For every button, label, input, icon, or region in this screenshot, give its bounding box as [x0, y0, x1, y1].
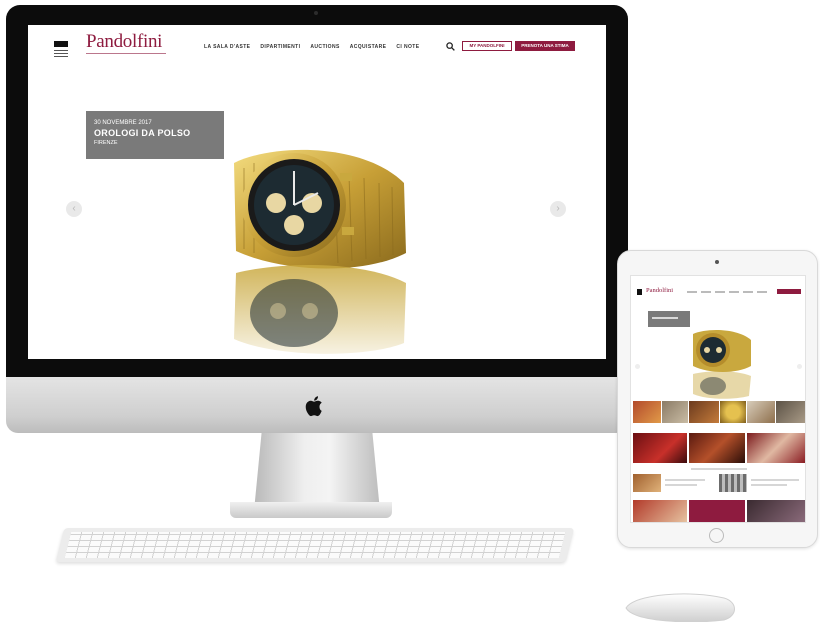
tablet-hero-caption[interactable] [648, 311, 690, 327]
search-icon[interactable] [446, 42, 455, 51]
tablet-thumbnail[interactable] [720, 401, 746, 423]
nav-item-acquistare[interactable]: ACQUISTARE [350, 44, 387, 50]
imac-chin [6, 377, 628, 433]
tablet-text-line [665, 479, 705, 481]
main-nav: LA SALA D'ASTE DIPARTIMENTI AUCTIONS ACQ… [204, 44, 420, 50]
hero-city: FIRENZE [94, 140, 118, 146]
tablet-thumbnail[interactable] [776, 401, 805, 423]
my-account-button[interactable]: MY PANDOLFINI [462, 41, 512, 51]
hero-date: 30 NOVEMBRE 2017 [94, 120, 152, 126]
tablet-watch-image [693, 330, 751, 399]
tablet-thumbnail[interactable] [662, 401, 688, 423]
tablet-site-logo[interactable]: Pandolfini [646, 287, 673, 294]
carousel-prev-button[interactable]: ‹ [66, 201, 82, 217]
tablet-main-nav [687, 291, 767, 293]
imac-bezel: Pandolfini LA SALA D'ASTE DIPARTIMENTI A… [6, 5, 628, 377]
tablet-thumbnail[interactable] [689, 500, 745, 522]
keyboard [55, 528, 575, 562]
keyboard-keys [64, 532, 566, 558]
ipad-camera [715, 260, 719, 264]
tablet-thumbnail[interactable] [633, 401, 661, 423]
menu-icon[interactable] [54, 41, 68, 57]
nav-item-auctions[interactable]: AUCTIONS [310, 44, 339, 50]
ipad-device: Pandolfini [617, 250, 818, 548]
logo-underline [86, 53, 166, 54]
tablet-section-divider [691, 468, 747, 470]
nav-item-dipartimenti[interactable]: DIPARTIMENTI [260, 44, 300, 50]
magic-mouse [625, 593, 735, 622]
book-estimate-button[interactable]: PRENOTA UNA STIMA [515, 41, 575, 51]
tablet-carousel-next[interactable] [797, 364, 802, 369]
tablet-thumbnail[interactable] [689, 401, 719, 423]
tablet-text-line [751, 479, 799, 481]
tablet-thumbnail[interactable] [747, 500, 805, 522]
hero-caption[interactable]: 30 NOVEMBRE 2017 OROLOGI DA POLSO FIRENZ… [86, 111, 224, 159]
tablet-thumbnail[interactable] [633, 433, 687, 463]
hero-title: OROLOGI DA POLSO [94, 128, 191, 138]
camera [314, 11, 318, 15]
tablet-thumbnail[interactable] [689, 433, 745, 463]
tablet-menu-icon[interactable] [637, 289, 642, 295]
nav-item-sala[interactable]: LA SALA D'ASTE [204, 44, 250, 50]
tablet-website-screen: Pandolfini [630, 275, 806, 523]
carousel-next-button[interactable]: › [550, 201, 566, 217]
imac-stand-base [230, 502, 392, 518]
tablet-book-estimate-button[interactable] [777, 289, 801, 294]
tablet-thumbnail[interactable] [747, 401, 775, 423]
site-header: Pandolfini LA SALA D'ASTE DIPARTIMENTI A… [28, 25, 606, 69]
nav-item-ci-note[interactable]: CI NOTE [396, 44, 419, 50]
tablet-thumbnail[interactable] [633, 500, 687, 522]
tablet-text-line [665, 484, 697, 486]
tablet-thumbnail[interactable] [747, 433, 805, 463]
tablet-text-line [751, 484, 787, 486]
desktop-website-screen: Pandolfini LA SALA D'ASTE DIPARTIMENTI A… [28, 25, 606, 359]
imac-monitor: Pandolfini LA SALA D'ASTE DIPARTIMENTI A… [6, 5, 628, 511]
ipad-home-button[interactable] [709, 528, 724, 543]
site-logo[interactable]: Pandolfini [86, 31, 162, 53]
tablet-thumbnail[interactable] [633, 474, 661, 492]
watch-image [234, 149, 406, 354]
apple-logo-icon [305, 396, 322, 417]
tablet-carousel-prev[interactable] [635, 364, 640, 369]
tablet-thumbnail[interactable] [719, 474, 747, 492]
imac-stand [254, 433, 380, 511]
